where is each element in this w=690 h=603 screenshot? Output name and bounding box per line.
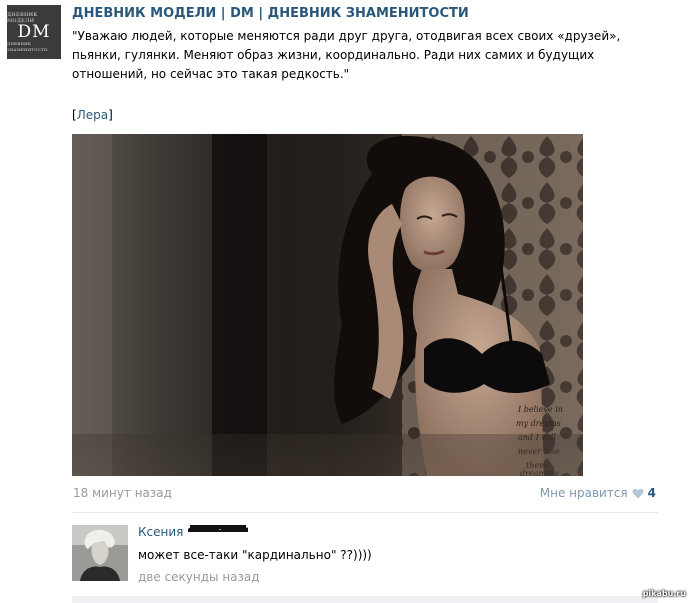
group-avatar-monogram: DM — [17, 22, 51, 42]
like-count: 4 — [647, 486, 656, 500]
post-time-link[interactable]: 18 минут назад — [73, 486, 172, 500]
heart-icon — [632, 488, 644, 498]
redaction-scribble — [188, 525, 248, 532]
group-avatar[interactable]: ДНЕВНИК МОДЕЛИ DM ДНЕВНИК ЗНАМЕНИТОСТИ — [7, 5, 61, 59]
group-name-link[interactable]: ДНЕВНИК МОДЕЛИ | DM | ДНЕВНИК ЗНАМЕНИТОС… — [72, 6, 469, 21]
tattoo-line-2: my dreams — [516, 419, 561, 428]
signature-author-link[interactable]: Лера — [77, 108, 108, 122]
comment-input-bar[interactable] — [72, 596, 658, 603]
comment-time-link[interactable]: две секунды назад — [138, 570, 260, 584]
like-label: Мне нравится — [539, 486, 628, 500]
site-watermark: pikabu.ru — [642, 589, 686, 598]
tattoo-line-1: I believe in — [517, 405, 563, 414]
post-photo-image: I believe in my dreams and I will never … — [72, 134, 583, 476]
post-photo[interactable]: I believe in my dreams and I will never … — [72, 134, 583, 476]
avatar-photo — [72, 525, 128, 581]
comment-author-name[interactable]: Ксения — [138, 525, 183, 539]
signature-close-bracket: ] — [108, 108, 113, 122]
post-signature: [Лера] — [72, 108, 113, 123]
post-text: "Уважаю людей, которые меняются ради дру… — [72, 29, 621, 81]
comments-divider — [72, 512, 658, 513]
group-avatar-line2: ДНЕВНИК ЗНАМЕНИТОСТИ — [7, 41, 48, 52]
like-button[interactable]: Мне нравится 4 — [540, 486, 656, 500]
comment-text: может все-таки "кардинально" ??)))) — [138, 548, 372, 562]
comment-author-avatar[interactable] — [72, 525, 128, 581]
